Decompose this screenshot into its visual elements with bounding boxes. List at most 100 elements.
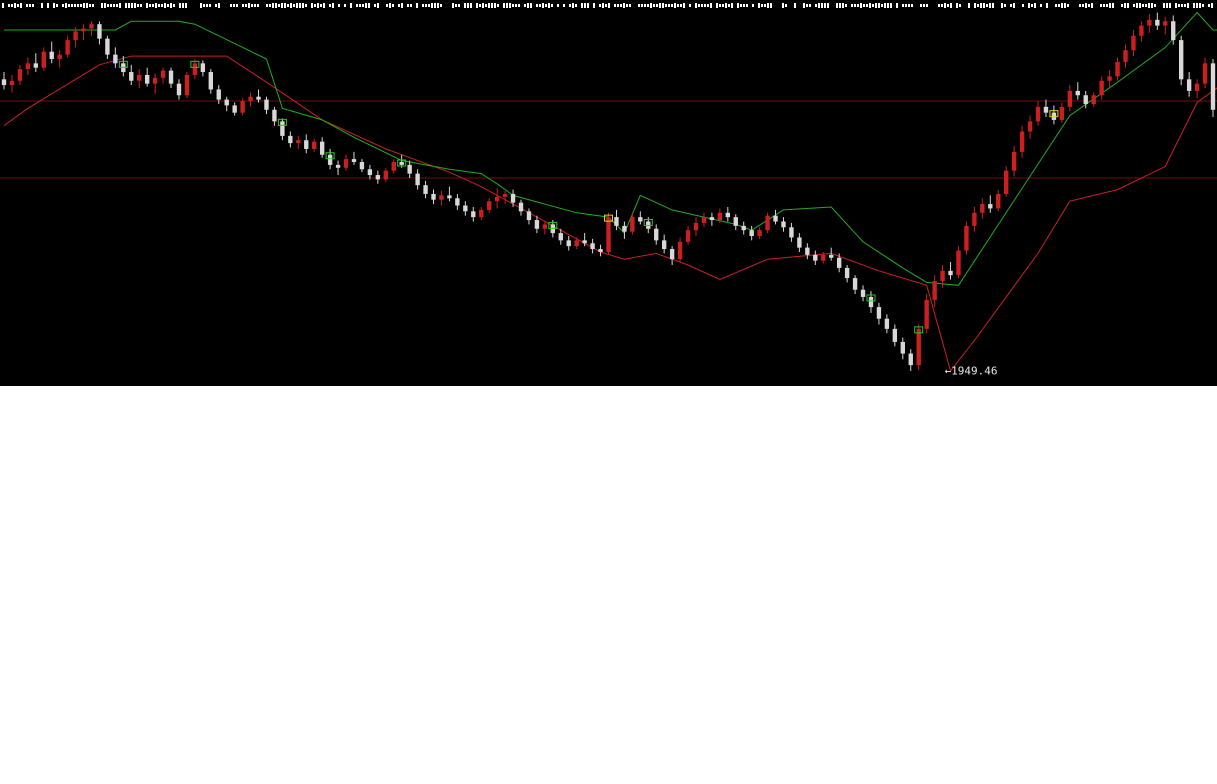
- candle-body: [836, 257, 842, 268]
- candle: [264, 96, 269, 115]
- candle-body: [232, 105, 237, 113]
- top-dot: [1178, 4, 1180, 7]
- chart-panel: ←1949.46: [0, 0, 1217, 386]
- candle-body: [288, 135, 293, 144]
- candle-body: [375, 175, 381, 180]
- candle: [701, 212, 707, 228]
- top-dot: [866, 4, 868, 7]
- top-dot: [704, 4, 706, 7]
- top-dot: [1142, 4, 1144, 7]
- top-dot: [593, 3, 595, 8]
- top-dot: [488, 3, 490, 8]
- top-dot: [824, 3, 826, 8]
- candle: [343, 154, 349, 171]
- candle: [622, 221, 627, 239]
- top-dot: [497, 4, 499, 7]
- candle: [741, 221, 746, 235]
- candle: [25, 57, 31, 75]
- candle: [844, 265, 850, 283]
- top-dot: [1058, 4, 1060, 7]
- candle-body: [733, 217, 738, 226]
- candle: [192, 58, 198, 80]
- top-dot: [377, 3, 379, 8]
- candle: [65, 35, 70, 58]
- candle: [431, 189, 436, 205]
- top-dot: [767, 3, 769, 8]
- top-dot: [92, 4, 94, 7]
- top-dot: [650, 3, 652, 8]
- candle: [160, 67, 166, 84]
- top-dot: [1151, 3, 1153, 8]
- candle: [455, 193, 460, 210]
- candle: [1155, 12, 1160, 30]
- candle-body: [685, 230, 691, 242]
- candle: [391, 159, 396, 174]
- top-dot: [14, 3, 16, 8]
- candle-body: [916, 328, 921, 366]
- candle: [1035, 101, 1041, 126]
- top-dot: [569, 4, 571, 7]
- top-dot: [275, 3, 277, 8]
- candle: [606, 212, 611, 255]
- top-dot: [257, 4, 259, 7]
- top-dot: [236, 4, 238, 7]
- candle: [1178, 35, 1184, 86]
- candle-body: [248, 96, 253, 102]
- candle: [288, 131, 293, 148]
- candle: [296, 135, 301, 149]
- candle: [487, 198, 492, 213]
- top-dot: [1010, 4, 1012, 7]
- top-dot: [1067, 4, 1069, 7]
- top-dot: [359, 4, 361, 7]
- candle-body: [471, 211, 476, 218]
- candle: [1202, 57, 1208, 88]
- candle: [248, 92, 253, 107]
- top-dot: [617, 4, 619, 7]
- candle-body: [9, 80, 15, 86]
- candle: [956, 246, 961, 279]
- candle-body: [773, 215, 778, 222]
- top-dot: [245, 4, 247, 7]
- top-dot: [851, 4, 853, 7]
- top-dot: [56, 4, 58, 7]
- top-dot: [416, 3, 418, 8]
- top-dot: [1085, 3, 1087, 8]
- candle-body: [49, 51, 54, 59]
- top-dot: [167, 4, 169, 7]
- candle: [129, 64, 134, 86]
- top-dot: [269, 4, 271, 7]
- candle-body: [264, 99, 269, 110]
- candle: [924, 294, 929, 334]
- candle-body: [1115, 61, 1120, 77]
- candle: [479, 206, 484, 221]
- top-dot: [923, 4, 925, 7]
- top-dot: [356, 4, 358, 7]
- top-dot: [587, 3, 589, 8]
- candle: [574, 237, 579, 250]
- top-dot: [752, 4, 754, 7]
- candle: [916, 324, 921, 371]
- candle-body: [940, 270, 945, 281]
- candle-body: [160, 70, 166, 78]
- top-dot: [803, 3, 805, 8]
- top-dot: [968, 3, 970, 8]
- candle-body: [391, 162, 396, 171]
- candle-body: [757, 230, 762, 236]
- top-dot: [794, 3, 796, 8]
- candle-body: [431, 193, 436, 200]
- candle: [813, 250, 818, 266]
- top-dot: [845, 4, 847, 7]
- candle-body: [765, 215, 770, 231]
- candle: [144, 67, 150, 87]
- top-dot: [722, 4, 724, 7]
- top-dot: [110, 4, 112, 7]
- top-dot: [668, 4, 670, 7]
- top-dot: [992, 3, 994, 8]
- candle: [1123, 44, 1128, 68]
- top-dot: [1121, 4, 1123, 7]
- top-dot: [1166, 3, 1168, 8]
- candle-body: [717, 212, 723, 221]
- candle-body: [868, 296, 874, 308]
- candle: [57, 50, 62, 68]
- candle-body: [948, 270, 953, 276]
